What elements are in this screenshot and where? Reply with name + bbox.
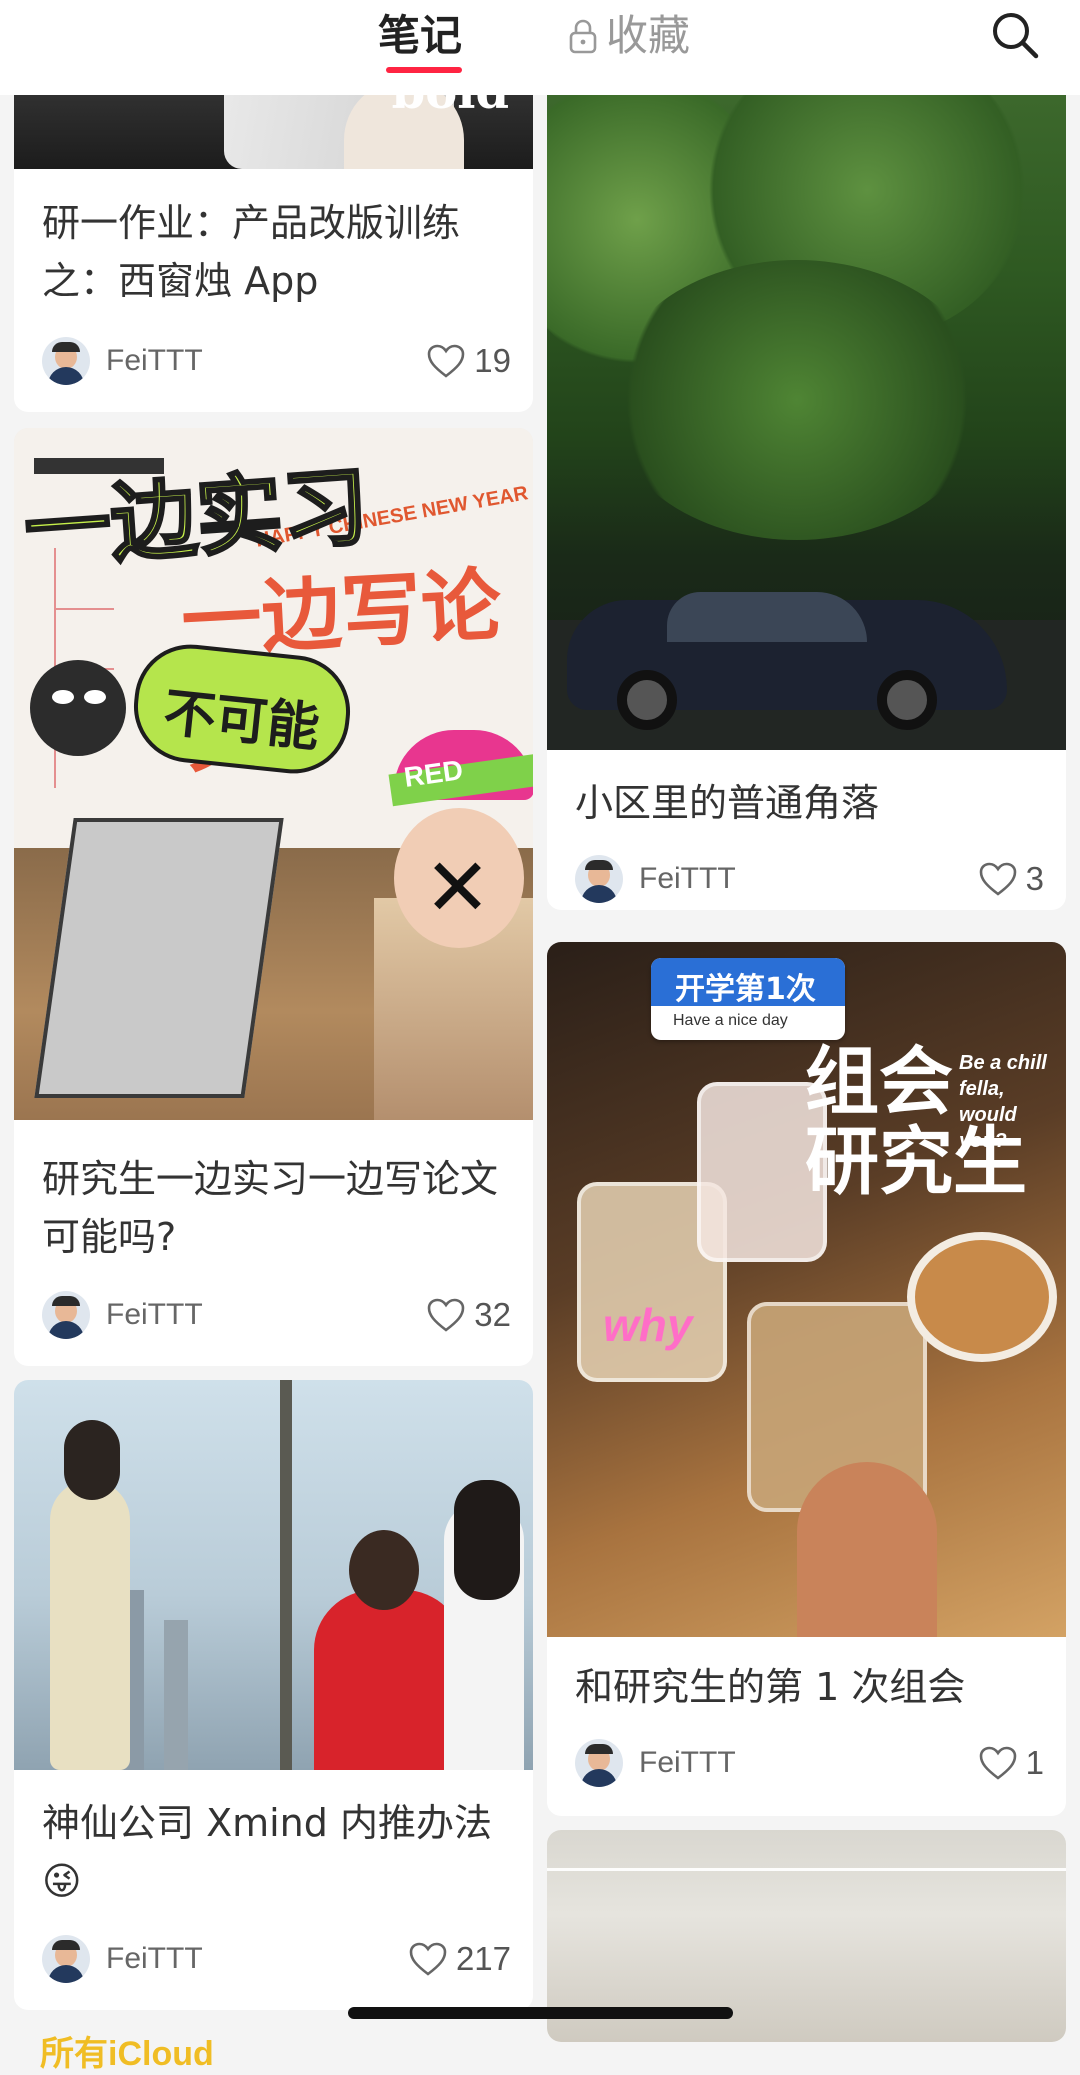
like-button[interactable]: 1 [978,1744,1044,1782]
note-cover-image [14,1380,533,1770]
avatar[interactable] [42,1935,90,1983]
note-card[interactable]: 神仙公司 Xmind 内推办法 😜 FeiTTT 217 [14,1380,533,2010]
tab-notes[interactable]: 笔记 [378,8,462,64]
heart-outline-icon [979,1746,1016,1780]
note-cover-image [547,60,1066,750]
like-button[interactable]: 32 [426,1296,511,1334]
like-button[interactable]: 217 [408,1940,511,1978]
note-card[interactable]: 小区里的普通角落 FeiTTT 3 [547,60,1066,910]
like-count: 1 [1025,1744,1044,1781]
heart-outline-icon [427,1298,465,1332]
note-card[interactable]: 开学第1次 Have a nice day 组会 研究生 Be a chill … [547,942,1066,1816]
search-icon [993,13,1039,59]
author-name[interactable]: FeiTTT [639,1746,978,1780]
search-button[interactable] [990,10,1040,60]
note-title: 研一作业：产品改版训练之：西窗烛 App [42,201,461,303]
author-name[interactable]: FeiTTT [106,344,426,378]
heart-outline-icon [427,344,465,378]
note-card[interactable]: RED ✕ HAPPY CHINESE NEW YEAR 一边实习 一边写论文 … [14,428,533,1366]
author-name[interactable]: FeiTTT [639,862,978,896]
cover-cup-text: why [603,1299,693,1351]
cover-tag: 开学第1次 [675,972,816,1007]
active-tab-indicator [386,67,462,73]
bottom-peek-text: 所有iCloud [40,2035,214,2073]
heart-outline-icon [409,1942,447,1976]
note-cover-image: RED ✕ HAPPY CHINESE NEW YEAR 一边实习 一边写论文 … [14,428,533,1120]
like-count: 32 [474,1296,511,1333]
heart-outline-icon [979,862,1016,896]
like-count: 19 [474,342,511,379]
home-indicator[interactable] [348,2007,733,2019]
top-nav-bar: 笔记 收藏 [0,0,1080,95]
author-name[interactable]: FeiTTT [106,1942,408,1976]
author-name[interactable]: FeiTTT [106,1298,426,1332]
like-button[interactable]: 19 [426,342,511,380]
lock-icon [569,19,597,54]
note-title: 和研究生的第 1 次组会 [575,1665,966,1709]
avatar[interactable] [42,337,90,385]
avatar[interactable] [575,1739,623,1787]
notes-feed[interactable]: bold 研一作业：产品改版训练之：西窗烛 App FeiTTT 19 [0,0,1080,2073]
avatar[interactable] [575,855,623,903]
tab-favorites[interactable]: 收藏 [566,8,690,64]
like-count: 217 [455,1940,511,1977]
note-title: 神仙公司 Xmind 内推办法 😜 [42,1801,492,1903]
note-cover-image: 开学第1次 Have a nice day 组会 研究生 Be a chill … [547,942,1066,1637]
cover-side-text: Be a chill fella, would you? [959,1052,1047,1152]
like-count: 3 [1025,860,1044,897]
tab-favorites-label: 收藏 [606,11,691,60]
note-card[interactable]: bold 研一作业：产品改版训练之：西窗烛 App FeiTTT 19 [14,60,533,412]
cover-tag-sub: Have a nice day [673,1012,788,1029]
cover-badge-text: 不可能 [160,682,323,759]
note-title: 研究生一边实习一边写论文可能吗? [42,1157,499,1259]
like-button[interactable]: 3 [978,860,1044,898]
note-title: 小区里的普通角落 [575,781,880,825]
avatar[interactable] [42,1291,90,1339]
